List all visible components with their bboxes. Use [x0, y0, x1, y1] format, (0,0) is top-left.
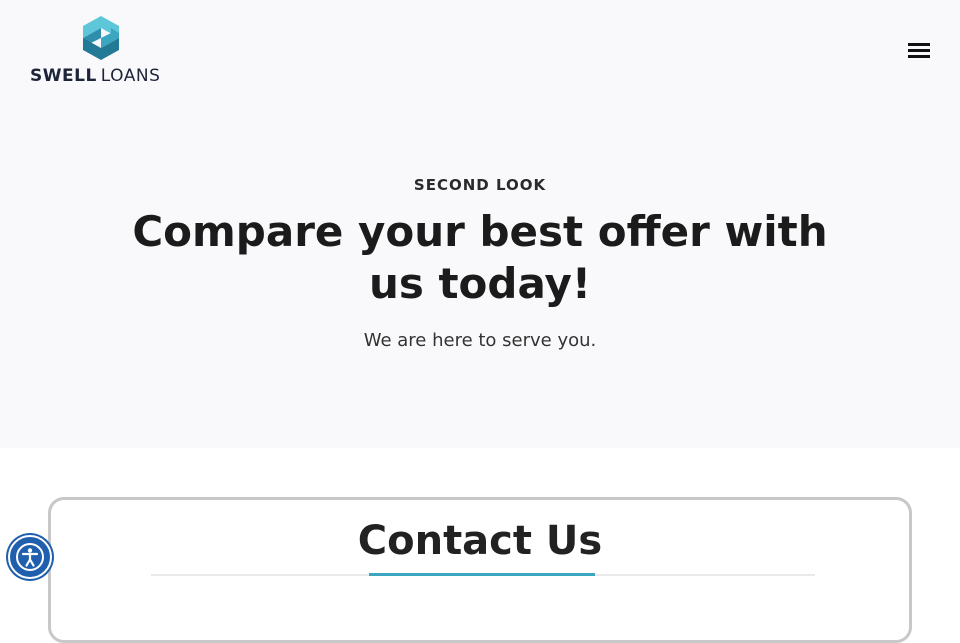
- hexagon-s-logo-icon: [83, 16, 119, 60]
- hero-section: SECOND LOOK Compare your best offer with…: [0, 120, 960, 448]
- hamburger-menu-icon[interactable]: [906, 40, 932, 62]
- hero-subtitle: We are here to serve you.: [363, 330, 597, 351]
- contact-card: Contact Us: [48, 497, 912, 643]
- hero-title: Compare your best offer with us today!: [132, 207, 828, 308]
- brand-name-bold: SWELL: [30, 66, 97, 86]
- site-header: SWELL LOANS: [0, 0, 960, 120]
- menu-bar-top: [908, 43, 930, 46]
- accessibility-button[interactable]: [8, 535, 52, 579]
- contact-title: Contact Us: [357, 518, 603, 564]
- swell-loans-logo[interactable]: SWELL LOANS: [30, 14, 180, 90]
- contact-title-underline: [369, 573, 595, 576]
- brand-wordmark: SWELL LOANS: [30, 66, 160, 86]
- menu-bar-bottom: [908, 55, 930, 58]
- menu-bar-middle: [908, 49, 930, 52]
- hero-eyebrow: SECOND LOOK: [413, 176, 547, 194]
- accessibility-icon: [16, 543, 44, 571]
- brand-name-light: LOANS: [100, 66, 161, 86]
